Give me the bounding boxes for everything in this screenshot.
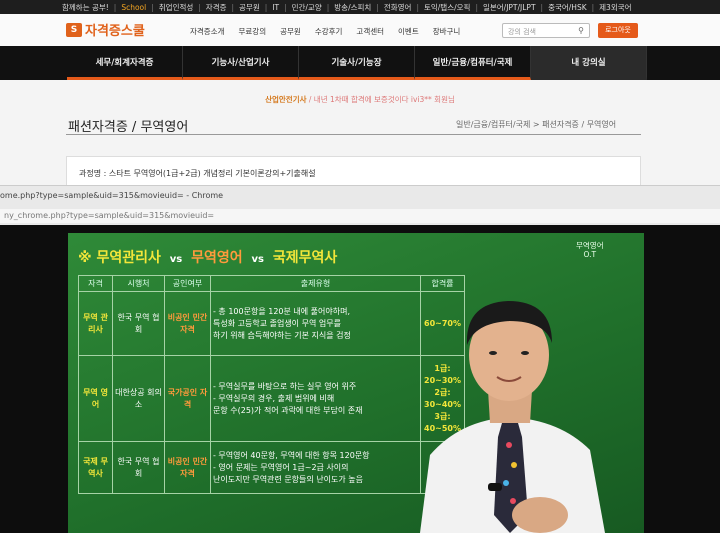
slide-corner-label: 무역영어 O.T (576, 241, 604, 259)
lecture-slide: ※ 무역관리사 vs 무역영어 vs 국제무역사 무역영어 O.T 자격 시행처… (68, 233, 644, 533)
main-nav: 자격증소개 무료강의 공무원 수강후기 고객센터 이벤트 장바구니 (190, 26, 460, 37)
strip-link-8[interactable]: 방송/스피치 (334, 2, 371, 13)
breadcrumb: 일반/금융/컴퓨터/국제 > 패션자격증 / 무역영어 (456, 120, 617, 129)
table-row: 무역 관리사 한국 무역 협회 비공인 민간자격 - 총 100문항을 120분… (78, 291, 465, 356)
cell-pass-rate: 15 (420, 441, 465, 494)
strip-link-5[interactable]: 공무원 (239, 2, 260, 13)
col-header-cert: 자격 (78, 275, 113, 292)
popup-address-bar[interactable]: ny_chrome.php?type=sample&uid=315&movieu… (0, 209, 720, 223)
logo-text: 자격증스쿨 (85, 24, 145, 39)
cell-pass-rate: 1급: 20~30% 2급: 30~40% 3급: 40~50% (420, 355, 465, 442)
cell-name: 국제 무역사 (78, 441, 113, 494)
cell-desc: - 총 100문항을 120분 내에 풀어야하며, 특성화 고등학교 졸업생이 … (210, 291, 421, 356)
ticker-prefix: 산업안전기사 (265, 95, 307, 104)
table-row: 국제 무역사 한국 무역 협회 비공인 민간자격 - 무역영어 40문항, 무역… (78, 441, 465, 494)
cell-type: 국가공인 자격 (164, 355, 211, 442)
top-service-strip: 함께하는 공부! | School | 취업인적성 | 자격증 | 공무원 | IT | 민… (0, 0, 720, 14)
logout-button[interactable]: 로그아웃 (598, 23, 638, 38)
web-page: 함께하는 공부! | School | 취업인적성 | 자격증 | 공무원 | IT | 민… (0, 0, 720, 185)
desc-line: - 영어 문제는 무역영어 1급~2급 사이의 (213, 462, 349, 472)
desc-line: - 무역실무를 바탕으로 하는 실무 영어 위주 (213, 381, 357, 391)
logo-mark-icon: S (66, 22, 82, 37)
category-my-classroom[interactable]: 내 강의실 (531, 46, 647, 80)
corner-label-course: 무역영어 (576, 241, 604, 250)
search-icon[interactable]: ⚲ (578, 26, 584, 35)
nav-item-free-lecture[interactable]: 무료강의 (239, 26, 267, 37)
title-trade-manager: ※ 무역관리사 (78, 250, 161, 266)
strip-link-2[interactable]: School (121, 3, 146, 12)
comparison-table: 자격 시행처 공인여부 출제유형 합격률 무역 관리사 한국 무역 협회 비공인… (78, 275, 465, 494)
page-title: 패션자격증 / 무역영어 (68, 120, 189, 135)
strip-link-3[interactable]: 취업인적성 (159, 2, 194, 13)
video-player[interactable]: ※ 무역관리사 vs 무역영어 vs 국제무역사 무역영어 O.T 자격 시행처… (0, 225, 720, 533)
desc-line: - 무역실무의 경우, 출제 범위에 비해 (213, 393, 335, 403)
strip-link-7[interactable]: 민간/교양 (292, 2, 322, 13)
review-ticker[interactable]: 산업안전기사 / 내년 1차때 합격에 보증것이다 ivi3** 회원님 (0, 94, 720, 105)
strip-link-12[interactable]: 중국어/HSK (548, 2, 587, 13)
course-name: 과정명 : 스타트 무역영어(1급+2급) 개념정리 기본이론강의+기출해설 (66, 156, 641, 185)
strip-link-6[interactable]: IT (272, 3, 279, 12)
popup-window-chrome: ome.php?type=sample&uid=315&movieuid= - … (0, 185, 720, 225)
desc-line: - 총 100문항을 120분 내에 풀어야하며, (213, 306, 351, 316)
cell-org: 한국 무역 협회 (112, 441, 165, 494)
col-header-official: 공인여부 (164, 275, 211, 292)
table-header-row: 자격 시행처 공인여부 출제유형 합격률 (78, 275, 465, 292)
title-vs-1: vs (169, 254, 183, 265)
popup-window-title[interactable]: ome.php?type=sample&uid=315&movieuid= - … (0, 191, 223, 200)
cell-org: 한국 무역 협회 (112, 291, 165, 356)
category-general[interactable]: 일반/금융/컴퓨터/국제 (415, 46, 531, 80)
category-engineer[interactable]: 기술사/기능장 (299, 46, 415, 80)
search-placeholder: 강의 검색 (508, 28, 536, 36)
desc-line: 문항 수(25)가 적어 과락에 대한 부담이 존재 (213, 405, 363, 415)
strip-link-9[interactable]: 전화영어 (384, 2, 412, 13)
table-row: 무역 영어 대한상공 회의소 국가공인 자격 - 무역실무를 바탕으로 하는 실… (78, 355, 465, 442)
title-vs-2: vs (251, 254, 265, 265)
strip-link-1[interactable]: 함께하는 공부! (62, 2, 109, 13)
desc-line: 특성화 고등학교 졸업생이 무역 업무를 (213, 318, 341, 328)
desc-line: 하기 위해 습득해야하는 기본 지식을 검정 (213, 330, 351, 340)
col-header-pass: 합격률 (420, 275, 465, 292)
nav-item-civil[interactable]: 공무원 (280, 26, 301, 37)
cell-type: 비공인 민간자격 (164, 441, 211, 494)
cell-desc: - 무역실무를 바탕으로 하는 실무 영어 위주 - 무역실무의 경우, 출제 … (210, 355, 421, 442)
cell-org: 대한상공 회의소 (112, 355, 165, 442)
slide-title: ※ 무역관리사 vs 무역영어 vs 국제무역사 (78, 247, 337, 267)
desc-line: - 무역영어 40문항, 무역에 대한 항목 120문항 (213, 450, 370, 460)
site-header: S 자격증스쿨 자격증소개 무료강의 공무원 수강후기 고객센터 이벤트 장바구… (0, 14, 720, 46)
col-header-org: 시행처 (112, 275, 165, 292)
category-nav: 세무/회계자격증 기능사/산업기사 기술사/기능장 일반/금융/컴퓨터/국제 내… (0, 46, 720, 80)
site-logo[interactable]: S 자격증스쿨 (66, 20, 145, 39)
corner-label-ot: O.T (583, 250, 597, 259)
category-tax-accounting[interactable]: 세무/회계자격증 (67, 46, 183, 80)
strip-link-4[interactable]: 자격증 (206, 2, 227, 13)
cell-type: 비공인 민간자격 (164, 291, 211, 356)
cell-pass-rate: 60~70% (420, 291, 465, 356)
search-input[interactable]: 강의 검색 ⚲ (502, 23, 590, 38)
nav-item-cart[interactable]: 장바구니 (433, 26, 461, 37)
nav-item-reviews[interactable]: 수강후기 (315, 26, 343, 37)
ticker-text: / 내년 1차때 합격에 보증것이다 ivi3** 회원님 (306, 95, 455, 104)
strip-link-10[interactable]: 토익/탭스/오픽 (424, 2, 470, 13)
title-divider (66, 134, 641, 135)
col-header-type: 출제유형 (210, 275, 421, 292)
cell-name: 무역 관리사 (78, 291, 113, 356)
category-craftsman[interactable]: 기능사/산업기사 (183, 46, 299, 80)
cell-desc: - 무역영어 40문항, 무역에 대한 항목 120문항 - 영어 문제는 무역… (210, 441, 421, 494)
strip-link-13[interactable]: 제3외국어 (599, 2, 631, 13)
desc-line: 난이도지만 무역관련 문항들의 난이도가 높음 (213, 474, 364, 484)
nav-item-event[interactable]: 이벤트 (398, 26, 419, 37)
strip-link-11[interactable]: 일본어/JPT/JLPT (483, 2, 536, 13)
nav-item-support[interactable]: 고객센터 (356, 26, 384, 37)
cell-name: 무역 영어 (78, 355, 113, 442)
title-trade-english: 무역영어 (191, 250, 243, 266)
nav-item-intro[interactable]: 자격증소개 (190, 26, 225, 37)
title-intl-trade: 국제무역사 (272, 250, 338, 266)
